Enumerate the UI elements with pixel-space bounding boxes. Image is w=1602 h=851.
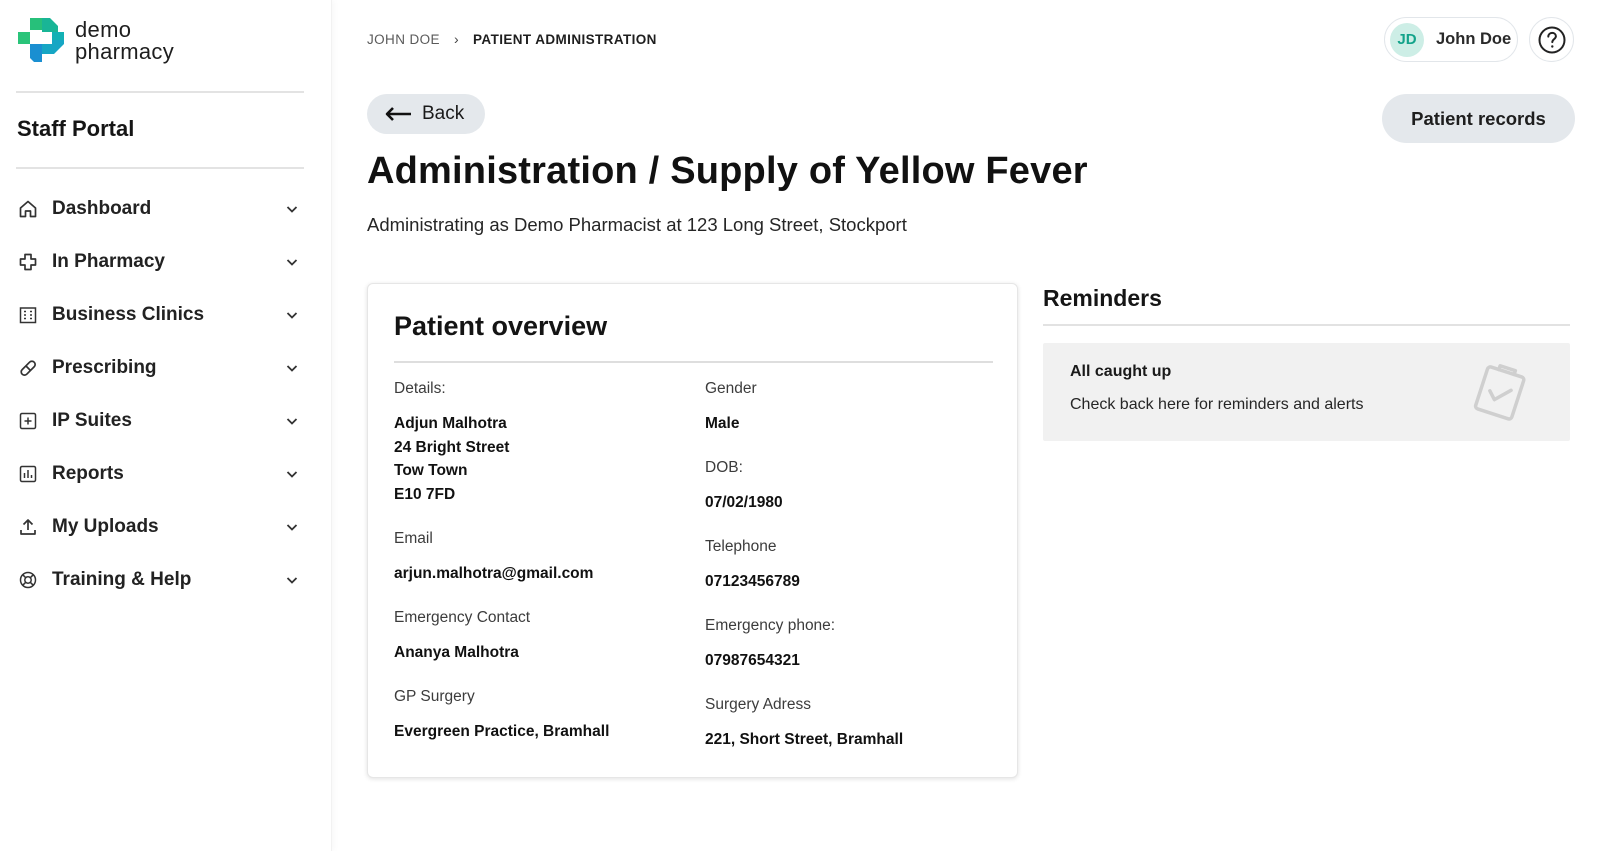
sidebar-divider	[16, 167, 304, 169]
help-button[interactable]	[1529, 17, 1574, 62]
field-label: Emergency Contact	[394, 609, 531, 626]
field-label: Telephone	[705, 538, 777, 555]
building-icon	[16, 303, 40, 327]
field-label: Details:	[394, 380, 446, 397]
sidebar-item-label: Training & Help	[52, 568, 192, 590]
reminders-divider	[1043, 324, 1570, 326]
field-value: 07/02/1980	[705, 494, 783, 511]
sidebar-item-label: IP Suites	[52, 409, 132, 431]
field-value: Ananya Malhotra	[394, 644, 519, 661]
card-title: Patient overview	[394, 311, 608, 341]
logo-cross-icon	[18, 18, 64, 62]
field-value: 07987654321	[705, 652, 800, 669]
clipboard-check-icon	[1473, 364, 1526, 421]
chevron-down-icon	[286, 205, 298, 213]
sidebar-item-label: In Pharmacy	[52, 250, 165, 272]
card-divider	[394, 361, 993, 363]
sidebar-divider	[16, 91, 304, 93]
sidebar-item-reports[interactable]: Reports	[16, 447, 306, 500]
chevron-down-icon	[286, 417, 298, 425]
logo-text: demo pharmacy	[75, 19, 174, 63]
field-emergency-contact: Emergency Contact Ananya Malhotra	[394, 609, 530, 665]
patient-records-button[interactable]: Patient records	[1382, 94, 1575, 143]
field-telephone: Telephone 07123456789	[705, 538, 800, 594]
field-email: Email arjun.malhotra@gmail.com	[394, 530, 593, 586]
question-icon	[1538, 26, 1565, 53]
logo-text-line2: pharmacy	[75, 39, 174, 64]
field-emergency-phone: Emergency phone: 07987654321	[705, 617, 835, 673]
reminders-text: Check back here for reminders and alerts	[1070, 396, 1364, 413]
patient-overview-card: Patient overview Details: Adjun Malhotra…	[367, 283, 1018, 778]
avatar: JD	[1390, 22, 1424, 57]
reminders-heading: All caught up	[1070, 363, 1172, 380]
sidebar-item-my-uploads[interactable]: My Uploads	[16, 500, 306, 553]
sidebar-item-in-pharmacy[interactable]: In Pharmacy	[16, 235, 306, 288]
sidebar: demo pharmacy Staff Portal Dashboard In …	[0, 0, 332, 851]
field-label: DOB:	[705, 459, 743, 476]
portal-title: Staff Portal	[17, 116, 135, 141]
sidebar-item-label: Dashboard	[52, 197, 152, 219]
field-value: Adjun Malhotra 24 Bright Street Tow Town…	[394, 412, 509, 506]
address-line: 24 Bright Street	[394, 438, 510, 456]
field-gp-surgery: GP Surgery Evergreen Practice, Bramhall	[394, 688, 609, 744]
logo-text-line1: demo	[75, 17, 132, 42]
user-name: John Doe	[1436, 30, 1512, 48]
field-value: 07123456789	[705, 573, 800, 590]
reminders-panel: All caught up Check back here for remind…	[1043, 343, 1570, 441]
field-label: Email	[394, 530, 433, 547]
breadcrumb-item-user[interactable]: JOHN DOE	[367, 32, 440, 47]
sidebar-nav: Dashboard In Pharmacy Business Clinics P…	[16, 182, 306, 606]
back-button-label: Back	[422, 103, 465, 124]
user-menu-button[interactable]: JD John Doe	[1384, 17, 1518, 62]
page-title: Administration / Supply of Yellow Fever	[367, 150, 1088, 192]
field-label: Emergency phone:	[705, 617, 836, 634]
chevron-down-icon	[286, 311, 298, 319]
bar-chart-icon	[16, 462, 40, 486]
field-label: GP Surgery	[394, 688, 475, 705]
brand-logo[interactable]: demo pharmacy	[16, 16, 174, 66]
address-line: E10 7FD	[394, 485, 456, 503]
sidebar-item-label: Reports	[52, 462, 124, 484]
chevron-down-icon	[286, 470, 298, 478]
chevron-down-icon	[286, 258, 298, 266]
medical-cross-icon	[16, 250, 40, 274]
field-surgery-address: Surgery Adress 221, Short Street, Bramha…	[705, 696, 903, 752]
chevron-down-icon	[286, 364, 298, 372]
field-gender: Gender Male	[705, 380, 757, 436]
field-value: 221, Short Street, Bramhall	[705, 731, 904, 748]
field-label: Gender	[705, 380, 757, 397]
field-details: Details: Adjun Malhotra 24 Bright Street…	[394, 380, 509, 506]
sidebar-item-label: My Uploads	[52, 515, 159, 537]
sidebar-item-business-clinics[interactable]: Business Clinics	[16, 288, 306, 341]
sidebar-item-label: Business Clinics	[52, 303, 205, 325]
field-dob: DOB: 07/02/1980	[705, 459, 783, 515]
field-value: arjun.malhotra@gmail.com	[394, 565, 594, 582]
field-label: Surgery Adress	[705, 696, 811, 713]
breadcrumb: JOHN DOE › PATIENT ADMINISTRATION	[367, 31, 657, 47]
breadcrumb-separator: ›	[453, 31, 460, 47]
upload-icon	[16, 515, 40, 539]
field-value: Evergreen Practice, Bramhall	[394, 723, 610, 740]
sidebar-item-label: Prescribing	[52, 356, 157, 378]
page-subtitle: Administrating as Demo Pharmacist at 123…	[367, 214, 907, 235]
pill-icon	[16, 356, 40, 380]
lifebuoy-icon	[16, 568, 40, 592]
arrow-left-icon	[385, 107, 411, 121]
home-icon	[16, 197, 40, 221]
plus-square-icon	[16, 409, 40, 433]
back-button[interactable]: Back	[367, 94, 485, 134]
address-line: Tow Town	[394, 462, 468, 479]
reminders-title: Reminders	[1043, 285, 1162, 311]
field-value: Male	[705, 415, 740, 432]
chevron-down-icon	[286, 523, 298, 531]
sidebar-item-training-help[interactable]: Training & Help	[16, 553, 306, 606]
sidebar-item-prescribing[interactable]: Prescribing	[16, 341, 306, 394]
chevron-down-icon	[286, 576, 298, 584]
sidebar-item-ip-suites[interactable]: IP Suites	[16, 394, 306, 447]
breadcrumb-item-current: PATIENT ADMINISTRATION	[473, 31, 657, 47]
sidebar-item-dashboard[interactable]: Dashboard	[16, 182, 306, 235]
address-line: Adjun Malhotra	[394, 415, 507, 432]
